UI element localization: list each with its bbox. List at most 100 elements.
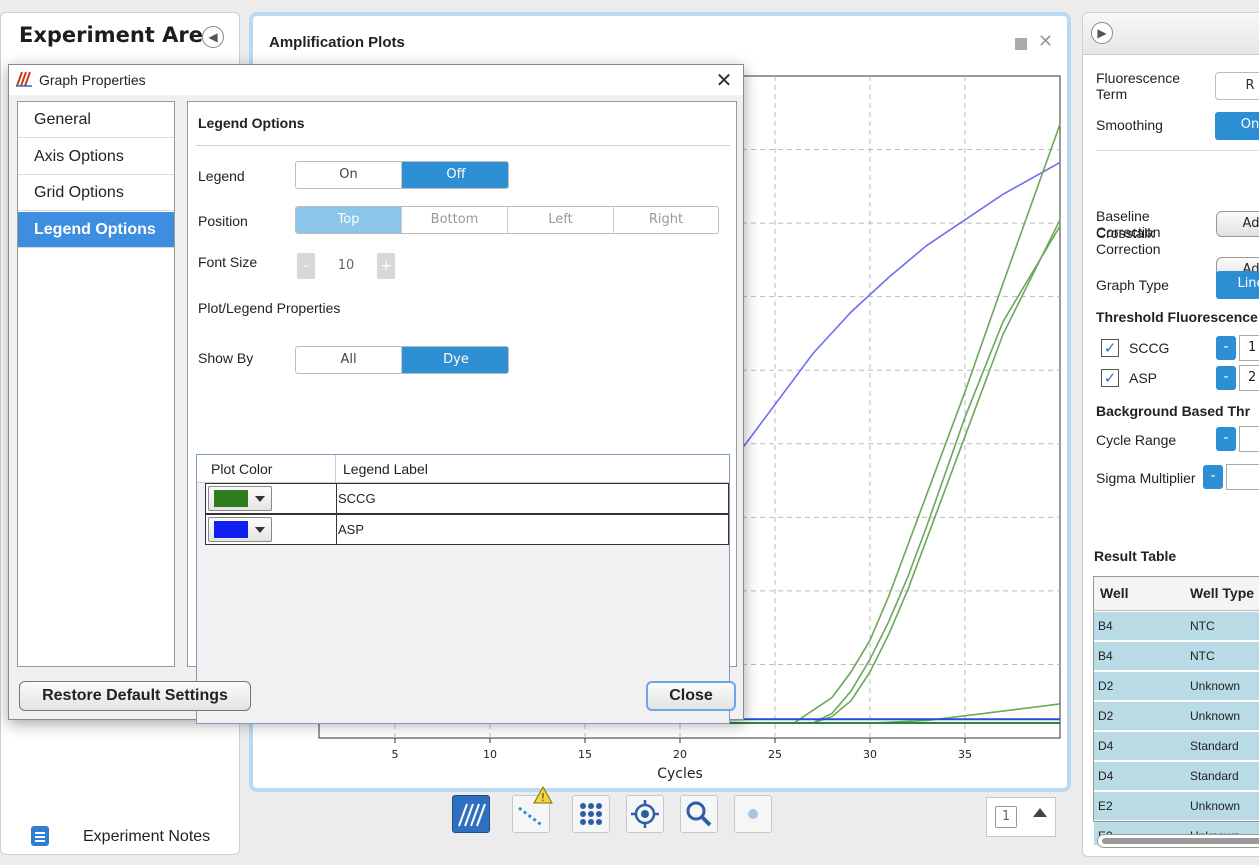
legend-on-option[interactable]: On	[296, 162, 402, 188]
x-tick-label: 30	[863, 748, 877, 761]
legend-toggle: On Off	[295, 161, 509, 189]
position-bottom-option[interactable]: Bottom	[402, 207, 508, 233]
fluorescence-term-select[interactable]: R	[1215, 72, 1259, 100]
legend-grid-header: Plot Color Legend Label	[197, 455, 729, 483]
font-size-decrease-button[interactable]: -	[297, 253, 315, 279]
plate-grid-icon[interactable]	[572, 795, 610, 833]
cycle-range-label: Cycle Range	[1096, 432, 1177, 448]
x-tick-label: 35	[958, 748, 972, 761]
table-row[interactable]: D2 Unknown	[1094, 702, 1259, 731]
cycle-range-decrease-button[interactable]: -	[1216, 427, 1236, 451]
result-table-header: Well Well Type	[1094, 577, 1259, 611]
sccg-threshold-input[interactable]: 1	[1239, 335, 1259, 361]
column-header-plot-color: Plot Color	[211, 461, 273, 477]
legend-label-cell[interactable]: ASP	[338, 522, 364, 537]
nav-item-grid-options[interactable]: Grid Options	[18, 175, 174, 211]
legend-label-cell[interactable]: SCCG	[338, 491, 376, 506]
target-icon[interactable]	[626, 795, 664, 833]
graph-properties-dialog: Graph Properties ✕ General Axis Options …	[8, 64, 744, 724]
cell-well: D2	[1098, 679, 1114, 693]
show-by-dye-option[interactable]: Dye	[402, 347, 508, 373]
chevron-down-icon	[255, 527, 265, 533]
zoom-icon[interactable]	[680, 795, 718, 833]
position-label: Position	[198, 213, 248, 229]
asp-checkbox[interactable]: ✓	[1101, 369, 1119, 387]
table-row[interactable]: D2 Unknown	[1094, 672, 1259, 701]
position-top-option[interactable]: Top	[296, 207, 402, 233]
x-tick-label: 5	[392, 748, 399, 761]
divider	[1096, 150, 1259, 151]
svg-text:!: !	[541, 791, 545, 804]
sccg-checkbox[interactable]: ✓	[1101, 339, 1119, 357]
font-size-increase-button[interactable]: +	[377, 253, 395, 279]
font-size-label: Font Size	[198, 254, 258, 270]
cell-well: D2	[1098, 709, 1114, 723]
smoothing-toggle[interactable]: On	[1215, 112, 1259, 140]
result-table-title: Result Table	[1094, 548, 1177, 564]
x-tick-label: 20	[673, 748, 687, 761]
dot-icon[interactable]	[734, 795, 772, 833]
sigma-decrease-button[interactable]: -	[1203, 465, 1223, 489]
asp-dye-label: ASP	[1129, 370, 1158, 386]
cell-well: D4	[1098, 739, 1114, 753]
legend-off-option[interactable]: Off	[402, 162, 508, 188]
column-header-well-type[interactable]: Well Type	[1190, 585, 1254, 601]
cycle-range-input[interactable]	[1239, 426, 1259, 452]
notes-icon	[31, 826, 49, 846]
font-size-value[interactable]: 10	[317, 252, 375, 280]
page-number[interactable]: 1	[995, 806, 1017, 828]
position-selector: Top Bottom Left Right	[295, 206, 719, 234]
table-row[interactable]: D4 Standard	[1094, 732, 1259, 761]
plot-color-picker[interactable]	[208, 517, 272, 542]
position-left-option[interactable]: Left	[508, 207, 614, 233]
expand-right-icon[interactable]: ▶	[1091, 22, 1113, 44]
nav-item-legend-options[interactable]: Legend Options	[18, 212, 174, 248]
crosstalk-correction-label: Crosstalk Correction	[1096, 225, 1161, 257]
nav-item-general[interactable]: General	[18, 102, 174, 138]
panel-close-icon[interactable]: ✕	[1038, 31, 1053, 52]
scrollbar-thumb[interactable]	[1102, 838, 1259, 844]
plot-color-picker[interactable]	[208, 486, 272, 511]
sigma-multiplier-label: Sigma Multiplier	[1096, 470, 1196, 486]
asp-threshold-input[interactable]: 2	[1239, 365, 1259, 391]
page-up-icon[interactable]	[1033, 808, 1047, 817]
nav-item-axis-options[interactable]: Axis Options	[18, 139, 174, 175]
table-row[interactable]: B4 NTC	[1094, 612, 1259, 641]
restore-default-settings-button[interactable]: Restore Default Settings	[19, 681, 251, 711]
content-divider	[196, 145, 730, 146]
legend-row: ASP	[205, 514, 729, 545]
collapse-left-icon[interactable]: ◀	[202, 26, 224, 48]
column-header-well[interactable]: Well	[1100, 585, 1129, 601]
threshold-fluorescence-title: Threshold Fluorescence	[1096, 309, 1258, 325]
show-by-all-option[interactable]: All	[296, 347, 402, 373]
show-by-toggle: All Dye	[295, 346, 509, 374]
experiment-notes-button[interactable]: Experiment Notes	[31, 818, 231, 858]
position-right-option[interactable]: Right	[614, 207, 718, 233]
color-swatch	[214, 521, 248, 538]
close-button[interactable]: Close	[646, 681, 736, 711]
column-divider	[336, 484, 337, 513]
table-row[interactable]: B4 NTC	[1094, 642, 1259, 671]
cell-well: B4	[1098, 619, 1113, 633]
table-row[interactable]: D4 Standard	[1094, 762, 1259, 791]
table-row[interactable]: E2 Unknown	[1094, 792, 1259, 821]
chevron-down-icon	[255, 496, 265, 502]
experiment-area-title: Experiment Area	[19, 23, 218, 47]
baseline-correction-button[interactable]: Ad	[1216, 211, 1259, 237]
sigma-input[interactable]	[1226, 464, 1259, 490]
cell-well-type: Standard	[1190, 739, 1239, 753]
result-table: Well Well Type B4 NTC B4 NTC D2 Unknown D2 U…	[1093, 576, 1259, 846]
analysis-settings-panel: ▶ Fluorescence Term R Smoothing On Basel…	[1082, 12, 1259, 857]
result-table-scrollbar[interactable]	[1097, 834, 1259, 848]
amplification-plot-icon[interactable]	[452, 795, 490, 833]
standard-curve-icon[interactable]: !	[512, 786, 553, 833]
maximize-icon[interactable]	[1015, 38, 1027, 50]
dialog-close-icon[interactable]: ✕	[709, 67, 739, 93]
graph-type-toggle[interactable]: Line	[1216, 271, 1259, 299]
asp-decrease-button[interactable]: -	[1216, 366, 1236, 390]
amplification-plots-title: Amplification Plots	[269, 34, 405, 51]
cell-well: E2	[1098, 799, 1113, 813]
dialog-titlebar[interactable]: Graph Properties ✕	[9, 65, 743, 95]
sccg-decrease-button[interactable]: -	[1216, 336, 1236, 360]
page-control: 1	[986, 797, 1056, 837]
